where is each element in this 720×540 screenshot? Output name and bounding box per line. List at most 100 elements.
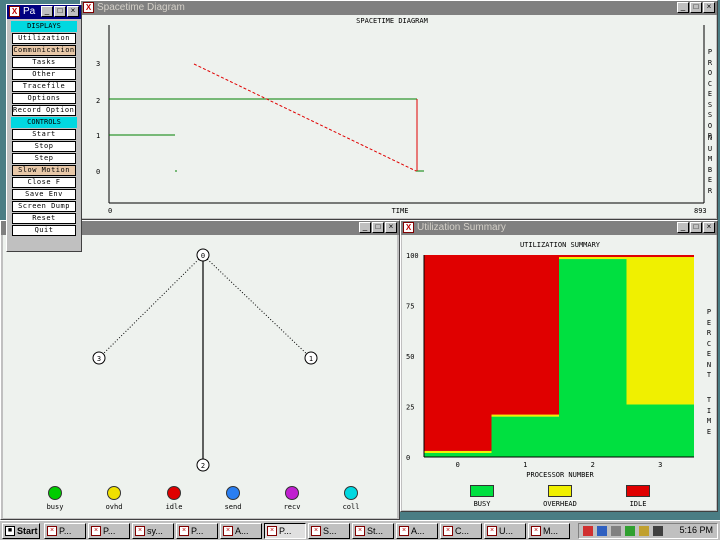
minimize-button[interactable]: _ — [677, 2, 689, 13]
taskbar-item[interactable]: × A... — [396, 523, 438, 539]
bar-idle-proc3 — [626, 255, 694, 258]
taskbar-item[interactable]: × U... — [484, 523, 526, 539]
spacetime-window[interactable]: X Spacetime Diagram _ □ × SPACETIME DIAG… — [80, 0, 718, 220]
taskbar-item[interactable]: × P... — [176, 523, 218, 539]
node-3[interactable]: 3 — [92, 351, 106, 365]
taskbar-item[interactable]: × C... — [440, 523, 482, 539]
taskbar-item[interactable]: × P... — [264, 523, 306, 539]
utilization-title: Utilization Summary — [417, 222, 506, 233]
taskbar-item-label: S... — [323, 526, 337, 536]
bar-busy-proc0 — [424, 452, 492, 457]
app-icon: × — [267, 526, 277, 536]
legend-label-busy: BUSY — [473, 500, 491, 508]
tray-icon[interactable] — [583, 526, 593, 536]
maximize-button[interactable]: □ — [372, 222, 384, 233]
tray-icon[interactable] — [597, 526, 607, 536]
control-button-screen-dump[interactable]: Screen Dump — [12, 201, 76, 212]
close-button[interactable]: × — [703, 222, 715, 233]
legend-swatch-recv — [285, 486, 299, 500]
y-tick-label: 0 — [406, 454, 410, 462]
legend-label-overhead: OVERHEAD — [543, 500, 577, 508]
taskbar-item[interactable]: × P... — [88, 523, 130, 539]
y-tick-3: 3 — [96, 60, 100, 68]
minimize-button[interactable]: _ — [359, 222, 371, 233]
display-button-record-options[interactable]: Record Options — [12, 105, 76, 116]
displays-header: DISPLAYS — [11, 21, 77, 32]
close-button[interactable]: × — [385, 222, 397, 233]
control-panel-window[interactable]: X Pa _ □ × DISPLAYS Utilization Communica… — [6, 4, 82, 252]
app-icon: × — [443, 526, 453, 536]
taskbar-item[interactable]: × P... — [44, 523, 86, 539]
network-window[interactable]: _ □ × 0 3 1 2 busy ovhd idle send recv c… — [0, 220, 400, 520]
y-tick-1: 1 — [96, 132, 100, 140]
bar-busy-proc2 — [559, 259, 627, 457]
control-button-stop[interactable]: Stop — [12, 141, 76, 152]
app-icon: × — [135, 526, 145, 536]
utilization-titlebar[interactable]: X Utilization Summary _ □ × — [401, 221, 717, 235]
control-button-quit[interactable]: Quit — [12, 225, 76, 236]
taskbar-item[interactable]: × M... — [528, 523, 570, 539]
taskbar-item[interactable]: × S... — [308, 523, 350, 539]
taskbar-item[interactable]: × A... — [220, 523, 262, 539]
control-button-step[interactable]: Step — [12, 153, 76, 164]
clock[interactable]: 5:16 PM — [679, 525, 713, 535]
speaker-icon[interactable] — [653, 526, 663, 536]
app-icon: × — [399, 526, 409, 536]
close-button[interactable]: × — [703, 2, 715, 13]
y-tick-0: 0 — [96, 168, 100, 176]
control-button-reset[interactable]: Reset — [12, 213, 76, 224]
legend-swatch-ovhd — [107, 486, 121, 500]
x-tick-label: 3 — [658, 461, 662, 469]
maximize-button[interactable]: □ — [54, 6, 66, 17]
taskbar-item-label: A... — [411, 526, 425, 536]
y-tick-2: 2 — [96, 97, 100, 105]
display-button-communication[interactable]: Communication — [12, 45, 76, 56]
start-button[interactable]: ■ Start — [2, 523, 40, 539]
control-button-save-env[interactable]: Save Env — [12, 189, 76, 200]
minimize-button[interactable]: _ — [677, 222, 689, 233]
bar-overhead-proc2 — [559, 257, 627, 260]
utilization-window[interactable]: X Utilization Summary _ □ × UTILIZATION … — [400, 220, 718, 512]
taskbar: ■ Start × P... × P... × sy... × P... × A... × P... ×… — [0, 520, 720, 540]
display-button-tasks[interactable]: Tasks — [12, 57, 76, 68]
minimize-button[interactable]: _ — [41, 6, 53, 17]
node-2[interactable]: 2 — [196, 458, 210, 472]
display-button-tracefile[interactable]: Tracefile — [12, 81, 76, 92]
x-start: 0 — [108, 207, 112, 215]
app-icon: × — [487, 526, 497, 536]
node-1[interactable]: 1 — [304, 351, 318, 365]
utilization-side-label-top: PERCENT — [706, 308, 712, 379]
x-label: TIME — [392, 207, 409, 215]
legend-label-coll: coll — [342, 503, 360, 511]
bar-overhead-proc1 — [491, 414, 559, 417]
app-icon: × — [355, 526, 365, 536]
tray-icon[interactable] — [625, 526, 635, 536]
tray-icon[interactable] — [611, 526, 621, 536]
maximize-button[interactable]: □ — [690, 222, 702, 233]
display-button-other[interactable]: Other — [12, 69, 76, 80]
control-button-start[interactable]: Start — [12, 129, 76, 140]
spacetime-side-label-top: PROCESSOR — [707, 48, 713, 140]
legend-label-idle: IDLE — [629, 500, 647, 508]
control-button-slow-motion[interactable]: Slow Motion — [12, 165, 76, 176]
taskbar-item-label: P... — [103, 526, 116, 536]
y-tick-label: 50 — [406, 353, 414, 361]
spacetime-titlebar[interactable]: X Spacetime Diagram _ □ × — [81, 1, 717, 15]
display-button-utilization[interactable]: Utilization — [12, 33, 76, 44]
y-tick-label: 75 — [406, 303, 414, 311]
x-tick-label: 0 — [456, 461, 460, 469]
x-end: 893 — [694, 207, 707, 215]
close-button[interactable]: × — [67, 6, 79, 17]
taskbar-item[interactable]: × sy... — [132, 523, 174, 539]
tray-icon[interactable] — [639, 526, 649, 536]
app-icon: × — [47, 526, 57, 536]
display-button-options[interactable]: Options — [12, 93, 76, 104]
control-button-close-f[interactable]: Close F — [12, 177, 76, 188]
taskbar-item[interactable]: × St... — [352, 523, 394, 539]
legend-swatch-busy — [470, 485, 494, 497]
control-panel-titlebar[interactable]: X Pa _ □ × — [7, 5, 81, 19]
maximize-button[interactable]: □ — [690, 2, 702, 13]
bar-idle-proc1 — [491, 255, 559, 415]
y-tick-label: 100 — [406, 252, 419, 260]
node-0[interactable]: 0 — [196, 248, 210, 262]
